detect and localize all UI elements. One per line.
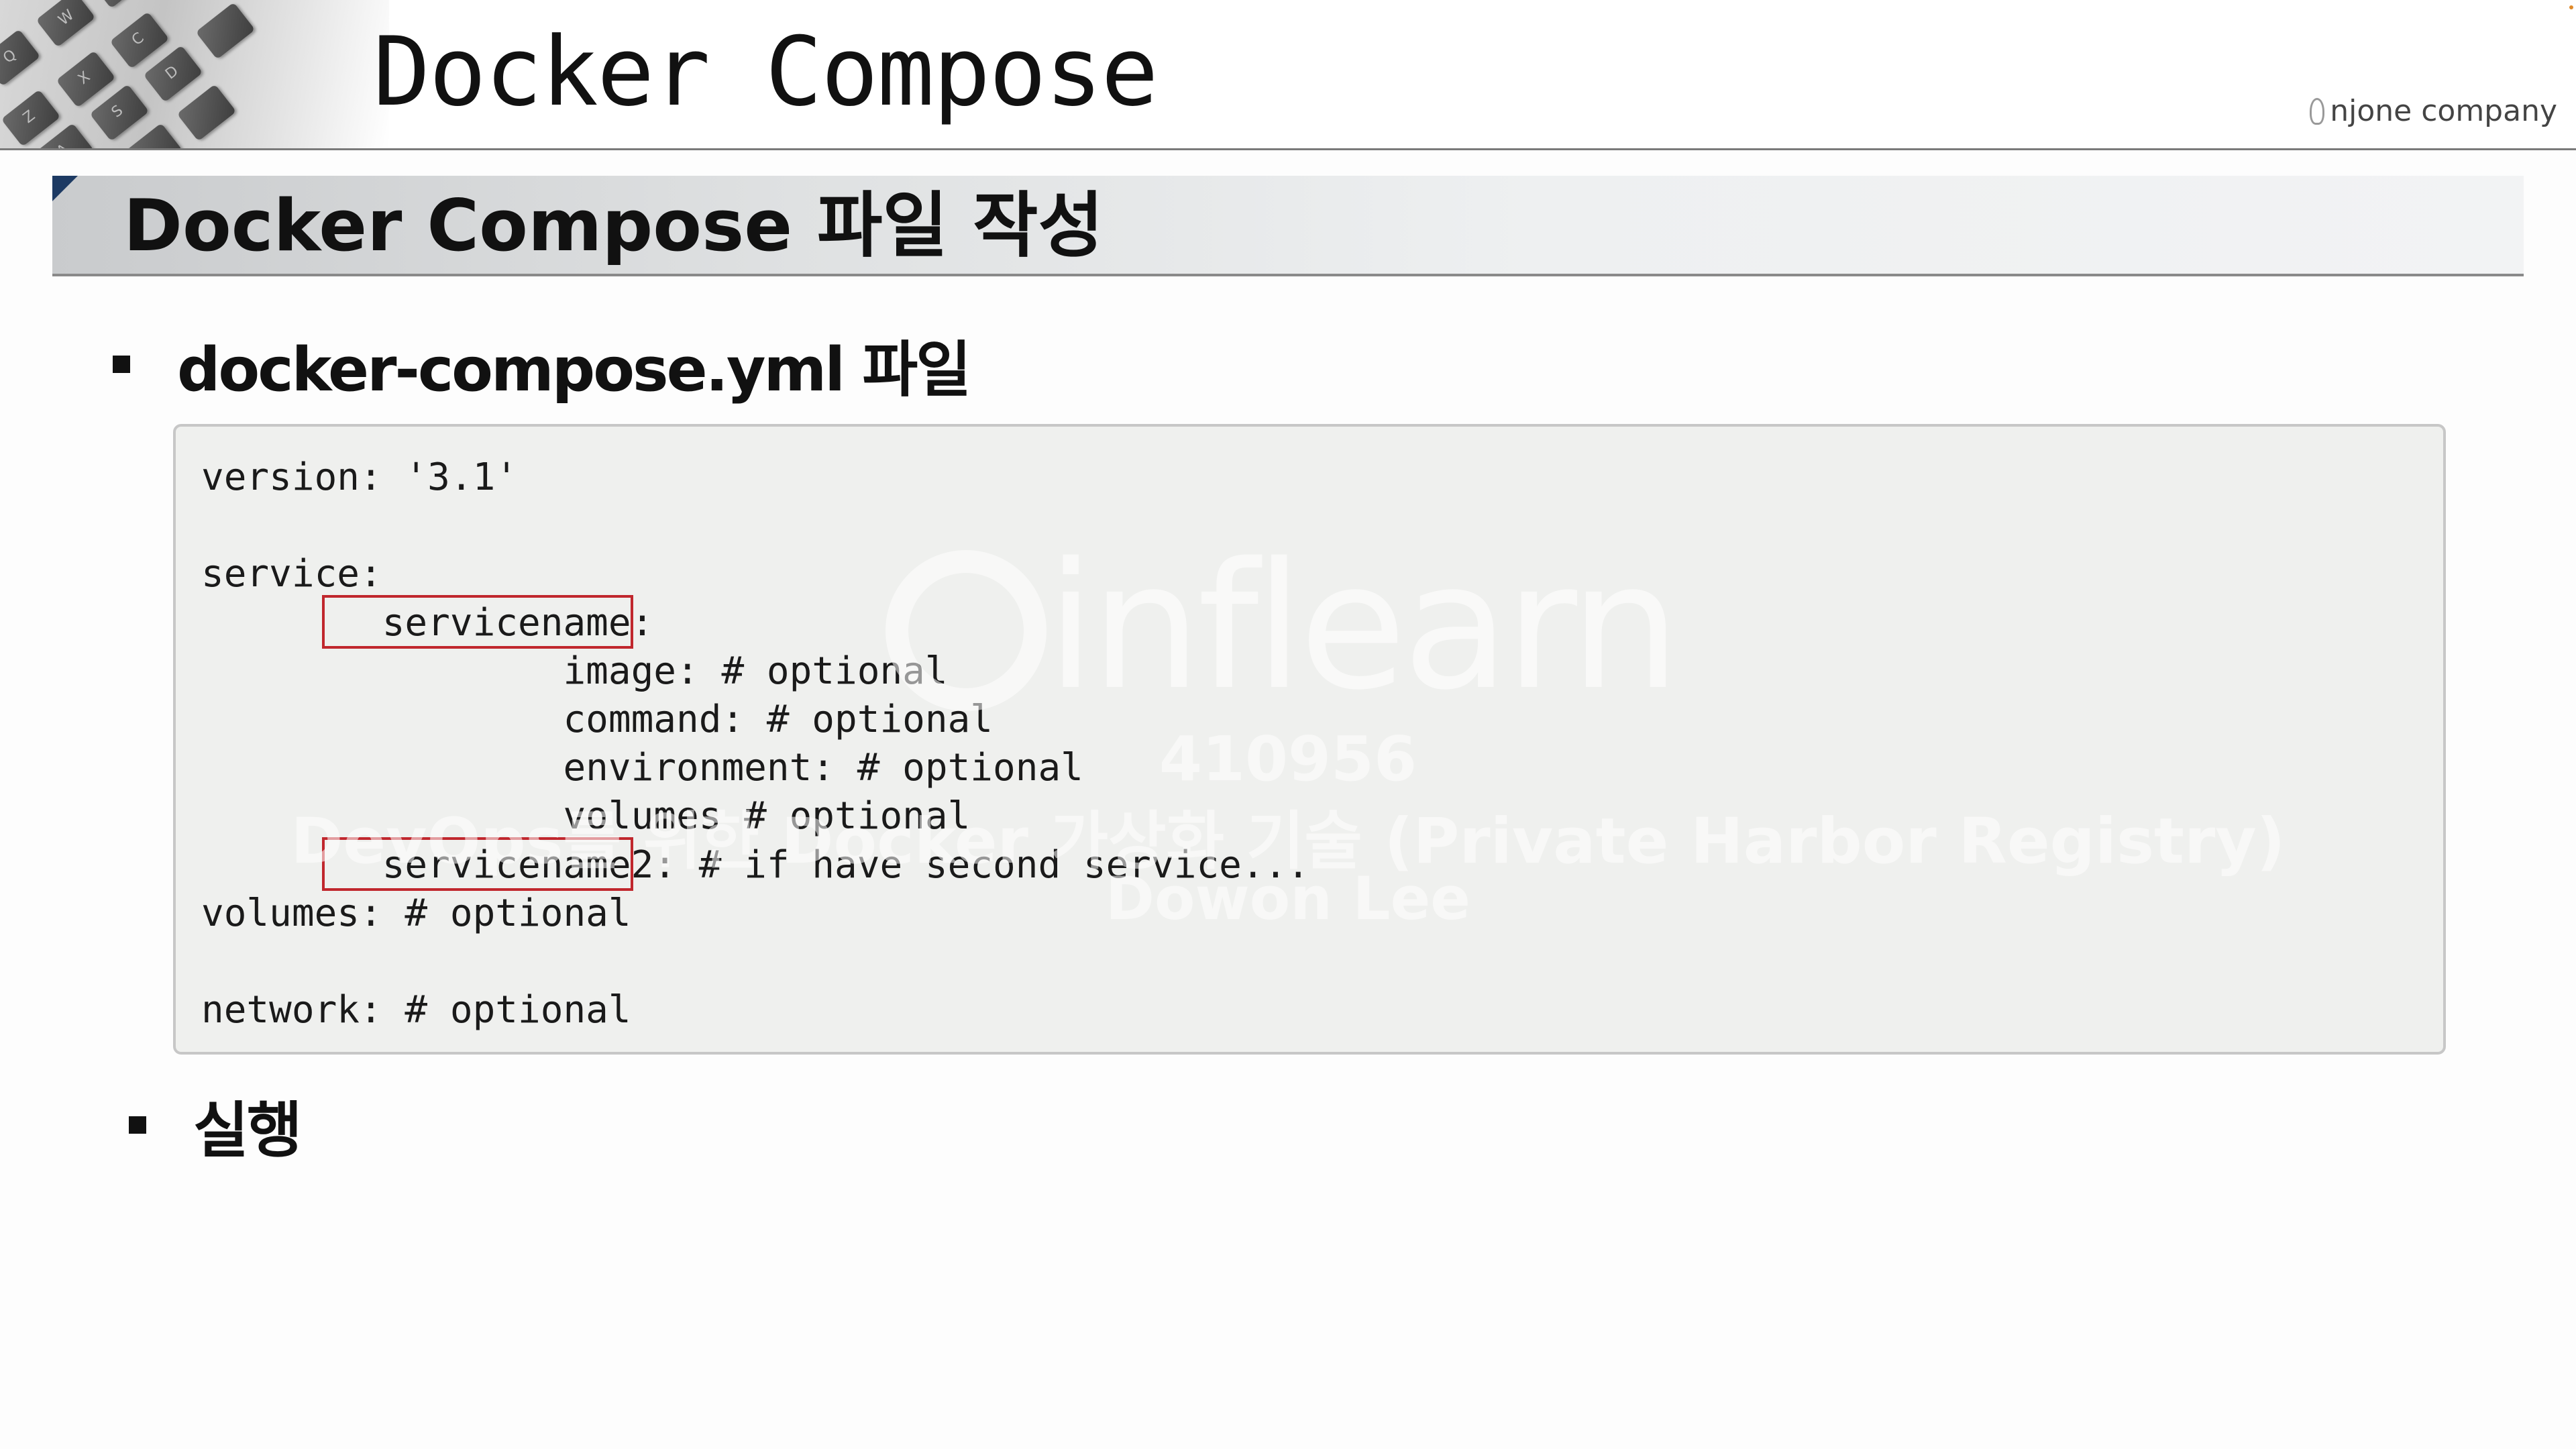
section-header: Docker Compose 파일 작성 bbox=[52, 176, 2524, 276]
code-line: volumes # optional bbox=[201, 794, 971, 839]
keyboard-key bbox=[195, 2, 256, 60]
section-title: Docker Compose 파일 작성 bbox=[123, 184, 1104, 267]
keyboard-image: ZXCASDQWE bbox=[0, 0, 389, 148]
bullet-text: docker-compose.yml 파일 bbox=[177, 335, 971, 405]
corner-dot bbox=[2569, 5, 2573, 9]
code-line: image: # optional bbox=[201, 649, 948, 693]
bullet-square-icon bbox=[129, 1116, 146, 1134]
brand-icon bbox=[2310, 97, 2325, 125]
keyboard-key bbox=[176, 84, 237, 142]
bullet-text: 실행 bbox=[193, 1095, 303, 1166]
keyboard-key bbox=[123, 123, 183, 148]
code-line: version: '3.1' bbox=[201, 455, 519, 499]
bullet-item-run: 실행 bbox=[129, 1081, 303, 1169]
code-line: volumes: # optional bbox=[201, 891, 631, 935]
brand-name: njone company bbox=[2330, 94, 2557, 128]
code-block: version: '3.1' service: servicename: imag… bbox=[173, 424, 2446, 1055]
servicename2-highlight bbox=[322, 837, 633, 891]
slide-title: Docker Compose bbox=[373, 17, 1159, 127]
code-line: network: # optional bbox=[201, 988, 631, 1032]
code-line: environment: # optional bbox=[201, 746, 1083, 790]
inflearn-logo-icon bbox=[885, 550, 1046, 711]
section-corner-mark bbox=[52, 176, 78, 201]
code-line: service: bbox=[201, 552, 382, 596]
code-line: command: # optional bbox=[201, 698, 994, 741]
bullet-square-icon bbox=[113, 356, 130, 373]
slide: ZXCASDQWE Docker Compose njone company D… bbox=[0, 0, 2576, 1449]
slide-header: ZXCASDQWE Docker Compose njone company bbox=[0, 0, 2576, 150]
keyboard-key bbox=[89, 0, 150, 9]
bullet-item-compose-file: docker-compose.yml 파일 bbox=[113, 321, 971, 408]
servicename-highlight bbox=[322, 594, 633, 649]
brand-logo: njone company bbox=[2310, 94, 2557, 128]
